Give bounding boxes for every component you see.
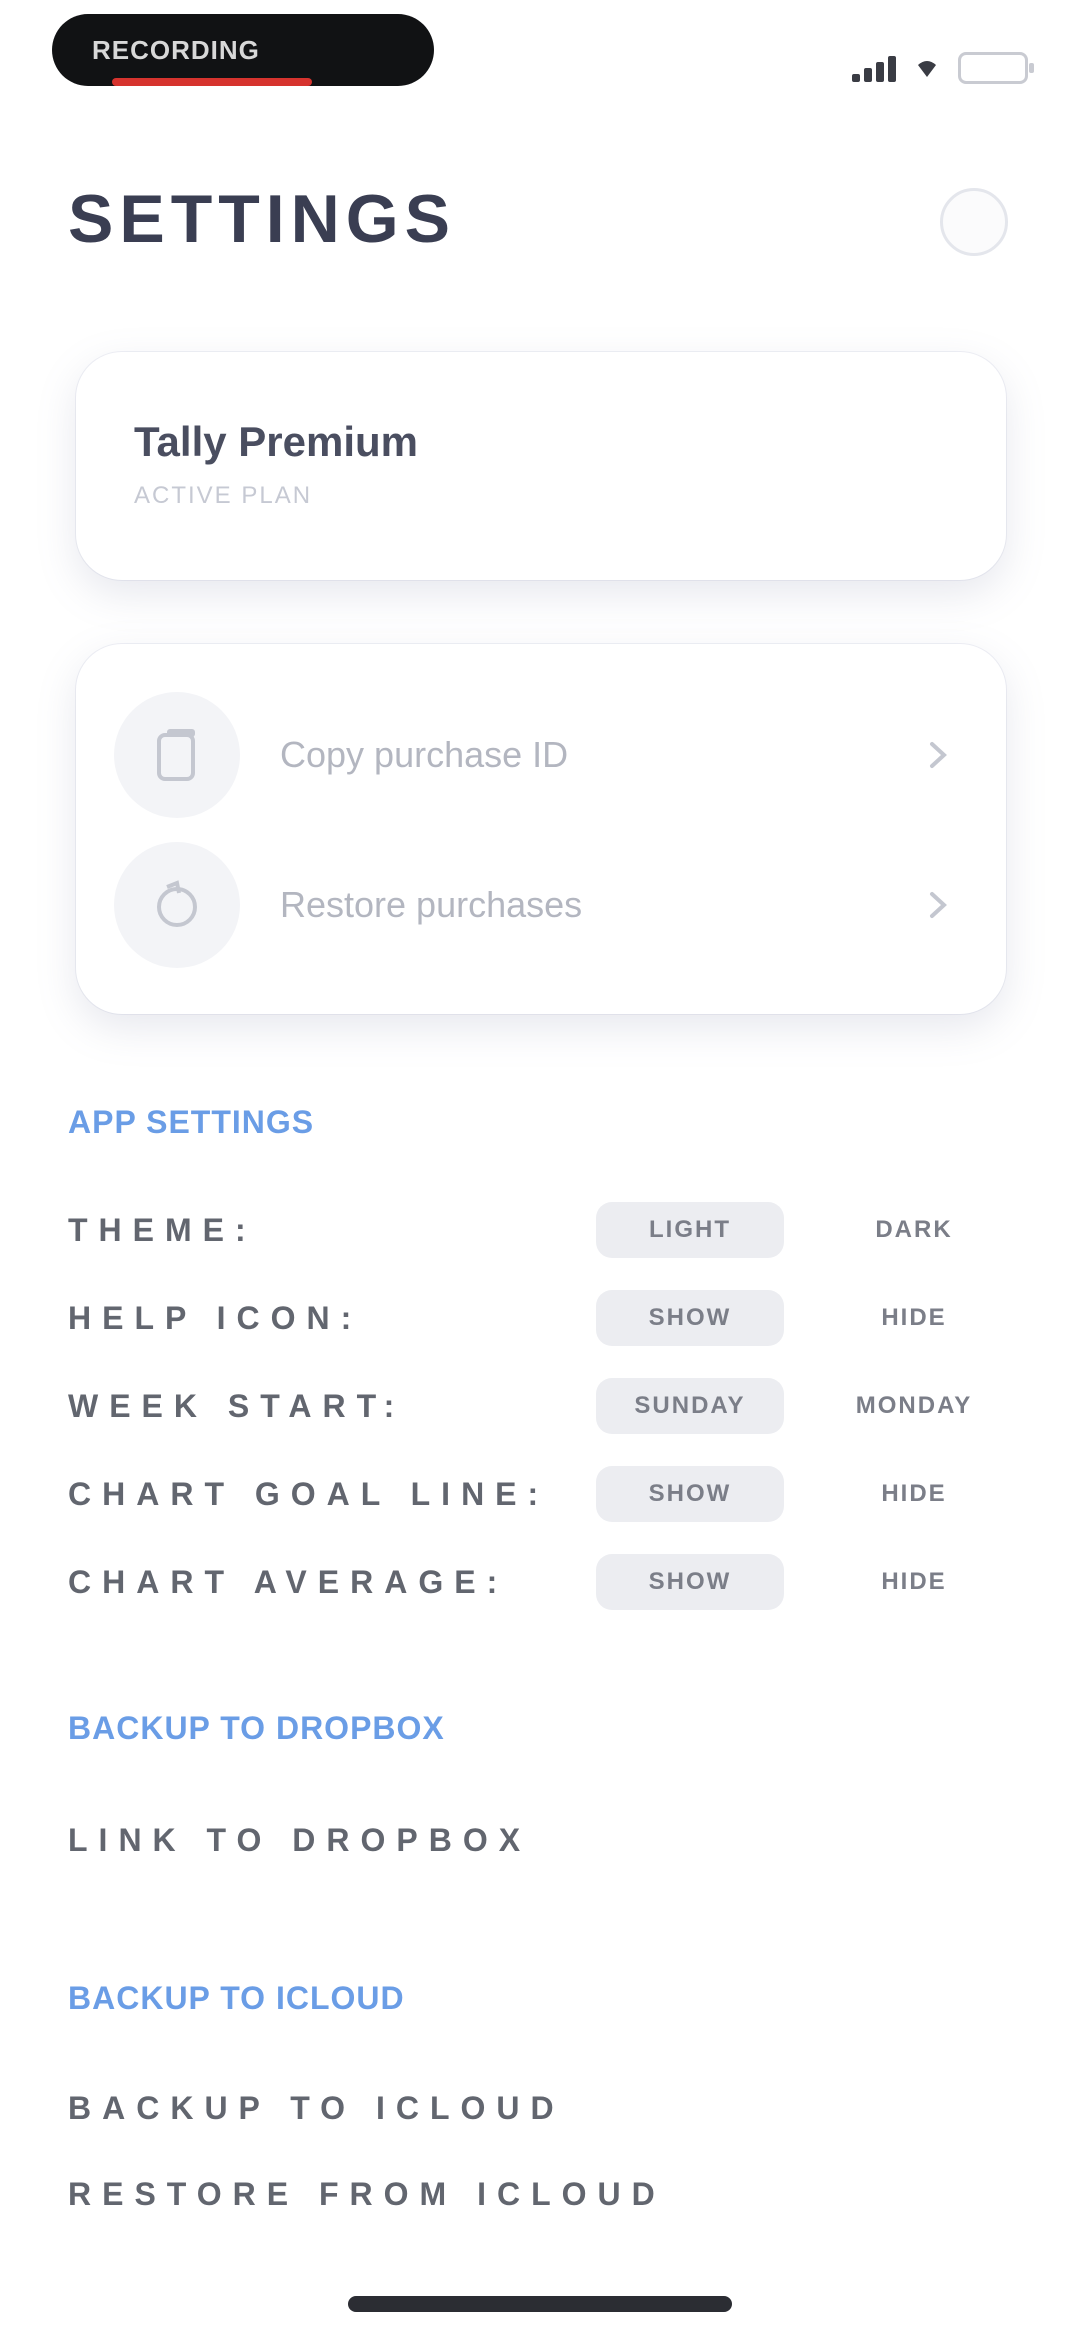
- chevron-right-icon: [930, 742, 947, 768]
- chart-average-hide-option[interactable]: HIDE: [820, 1554, 1008, 1610]
- restore-purchases-label: Restore purchases: [280, 884, 583, 925]
- help-icon-setting: HELP ICON: SHOW HIDE: [68, 1288, 1008, 1348]
- setting-label: THEME:: [68, 1211, 257, 1248]
- week-start-sunday-option[interactable]: SUNDAY: [596, 1378, 784, 1434]
- setting-label: CHART AVERAGE:: [68, 1563, 509, 1600]
- help-icon-show-option[interactable]: SHOW: [596, 1290, 784, 1346]
- chart-goal-line-setting: CHART GOAL LINE: SHOW HIDE: [68, 1464, 1008, 1524]
- purchase-actions-card: Copy purchase ID Restore purchases: [76, 644, 1006, 1014]
- icloud-heading: BACKUP TO ICLOUD: [68, 1980, 405, 2016]
- help-icon-hide-option[interactable]: HIDE: [820, 1290, 1008, 1346]
- app-settings-heading: APP SETTINGS: [68, 1104, 315, 1140]
- copy-purchase-id-button[interactable]: Copy purchase ID: [76, 680, 1006, 830]
- recording-label: RECORDING: [92, 34, 260, 65]
- premium-subtitle: ACTIVE PLAN: [134, 482, 313, 509]
- chart-average-setting: CHART AVERAGE: SHOW HIDE: [68, 1552, 1008, 1612]
- theme-light-option[interactable]: LIGHT: [596, 1202, 784, 1258]
- backup-to-icloud-button[interactable]: BACKUP TO ICLOUD: [68, 2090, 565, 2127]
- chart-average-show-option[interactable]: SHOW: [596, 1554, 784, 1610]
- week-start-setting: WEEK START: SUNDAY MONDAY: [68, 1376, 1008, 1436]
- setting-label: HELP ICON:: [68, 1299, 363, 1336]
- help-button[interactable]: [940, 188, 1008, 256]
- chart-goal-line-hide-option[interactable]: HIDE: [820, 1466, 1008, 1522]
- chart-goal-line-show-option[interactable]: SHOW: [596, 1466, 784, 1522]
- setting-label: WEEK START:: [68, 1387, 406, 1424]
- restore-purchases-button[interactable]: Restore purchases: [76, 830, 1006, 980]
- copy-purchase-id-label: Copy purchase ID: [280, 734, 569, 775]
- theme-dark-option[interactable]: DARK: [820, 1202, 1008, 1258]
- status-icons: [852, 52, 1034, 84]
- week-start-monday-option[interactable]: MONDAY: [820, 1378, 1008, 1434]
- screen-recording-indicator[interactable]: RECORDING: [52, 14, 434, 86]
- recording-bar: [112, 78, 312, 86]
- restore-icon: [114, 842, 240, 968]
- chevron-right-icon: [930, 892, 947, 918]
- restore-from-icloud-button[interactable]: RESTORE FROM ICLOUD: [68, 2176, 666, 2213]
- signal-icon: [852, 54, 896, 82]
- premium-card: Tally Premium ACTIVE PLAN: [76, 352, 1006, 580]
- premium-title: Tally Premium: [134, 418, 418, 465]
- battery-icon: [958, 52, 1034, 84]
- wifi-icon: [918, 61, 936, 77]
- setting-label: CHART GOAL LINE:: [68, 1475, 550, 1512]
- link-to-dropbox-button[interactable]: LINK TO DROPBOX: [68, 1822, 531, 1859]
- home-indicator[interactable]: [348, 2296, 732, 2312]
- dropbox-heading: BACKUP TO DROPBOX: [68, 1710, 445, 1746]
- theme-setting: THEME: LIGHT DARK: [68, 1200, 1008, 1260]
- clipboard-icon: [114, 692, 240, 818]
- page-title: SETTINGS: [68, 181, 457, 257]
